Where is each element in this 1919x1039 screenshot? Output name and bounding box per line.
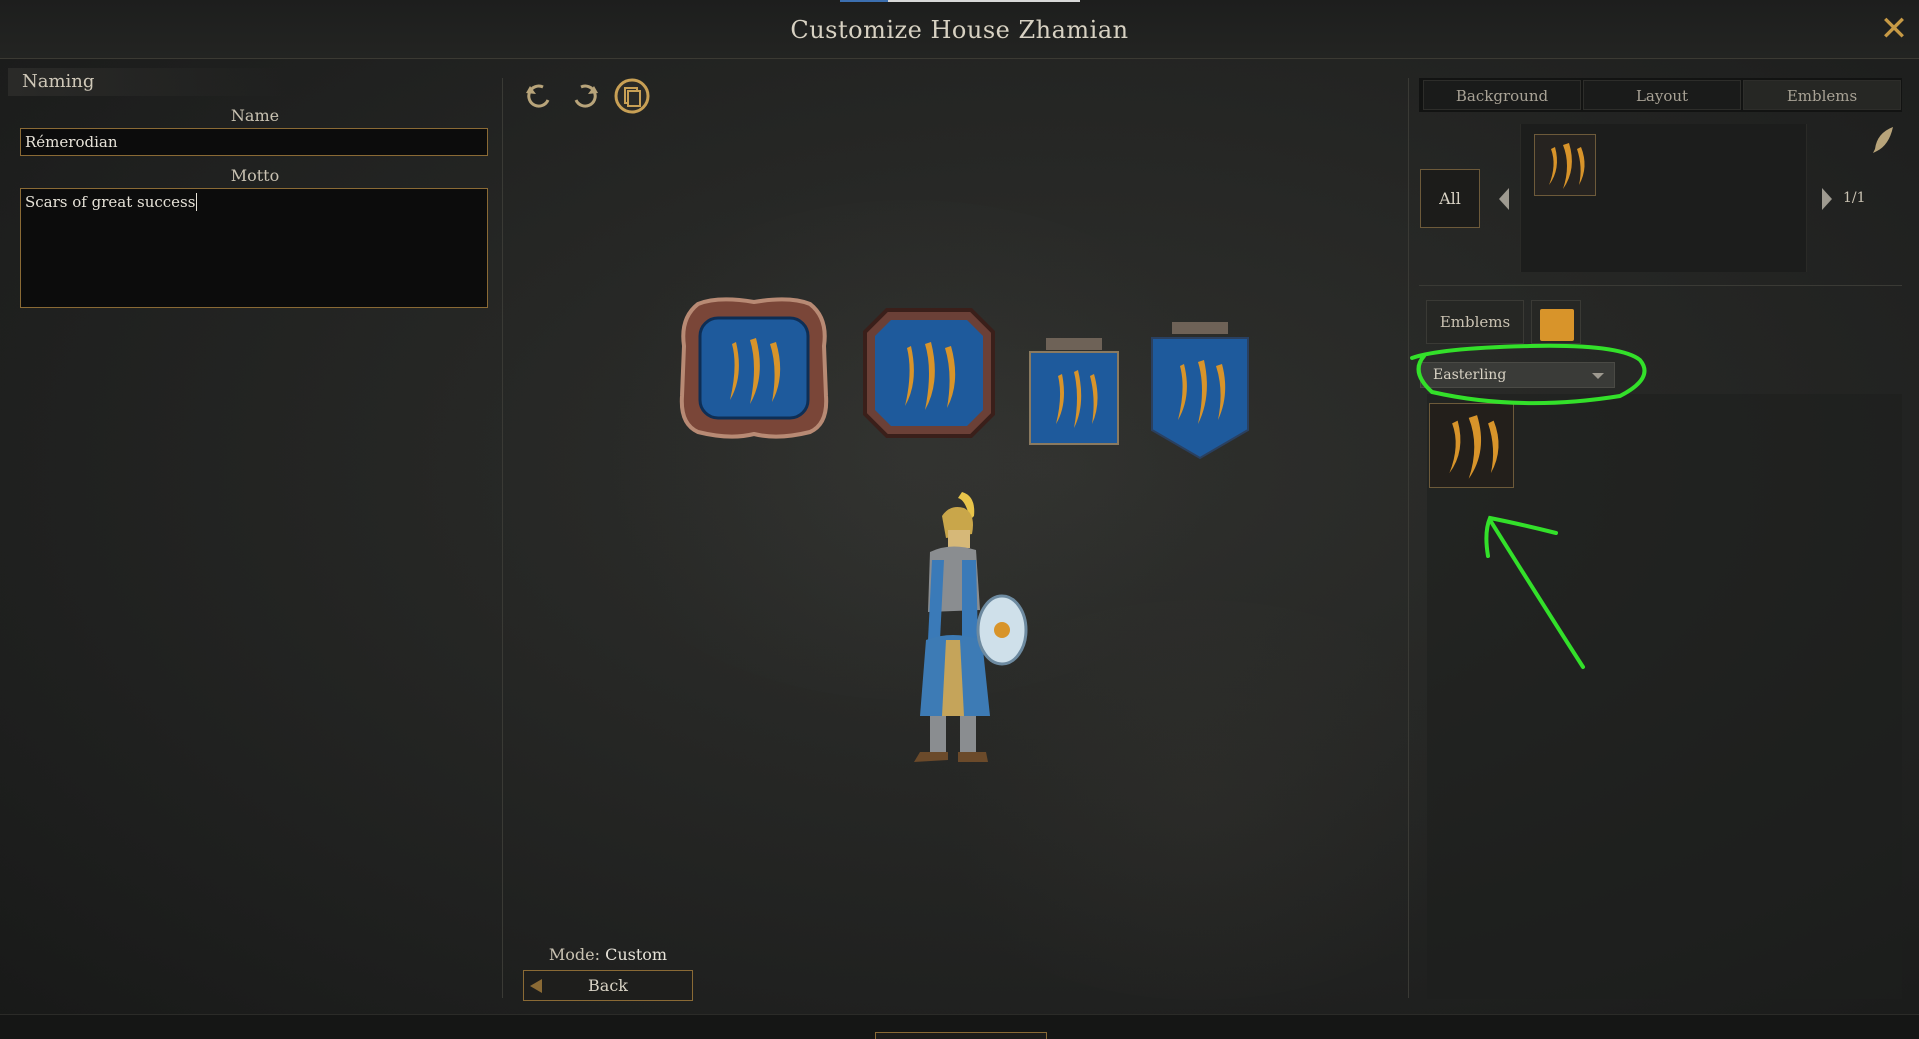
- culture-dropdown[interactable]: Easterling: [1420, 362, 1615, 388]
- dropdown-value: Easterling: [1433, 367, 1507, 383]
- emblem-color-fill: [1540, 309, 1574, 341]
- banner-square-preview: [1029, 338, 1119, 445]
- emblems-category-button[interactable]: Emblems: [1426, 300, 1524, 344]
- right-divider: [1408, 78, 1409, 998]
- mode-label: Mode:: [548, 945, 601, 964]
- back-arrow-icon: [530, 979, 542, 993]
- section-divider: [1419, 285, 1902, 286]
- prev-page-arrow-icon[interactable]: [1499, 188, 1509, 210]
- left-divider: [502, 78, 503, 998]
- quill-icon[interactable]: [1869, 125, 1895, 155]
- naming-panel: Naming Name Rémerodian Motto Scars of gr…: [8, 64, 502, 1004]
- mode-indicator: Mode: Custom: [523, 945, 693, 964]
- customize-tabs: Background Layout Emblems: [1419, 78, 1902, 112]
- motto-input[interactable]: Scars of great success: [20, 188, 488, 308]
- name-label: Name: [230, 106, 280, 125]
- title-bar: Customize House Zhamian ✕: [0, 0, 1919, 59]
- next-page-arrow-icon[interactable]: [1822, 188, 1832, 210]
- window-title: Customize House Zhamian: [790, 16, 1129, 44]
- close-icon[interactable]: ✕: [1879, 12, 1909, 46]
- preset-emblem-thumb[interactable]: [1534, 134, 1596, 196]
- name-input[interactable]: Rémerodian: [20, 128, 488, 156]
- page-indicator: 1/1: [1843, 190, 1866, 206]
- redo-icon[interactable]: [566, 78, 602, 114]
- tab-layout[interactable]: Layout: [1583, 80, 1741, 110]
- claw-emblem-icon: [1549, 143, 1585, 189]
- tab-background[interactable]: Background: [1423, 80, 1581, 110]
- motto-text: Scars of great success: [25, 193, 196, 211]
- banner-pennant-preview: [1151, 322, 1249, 460]
- shield-octagon-preview: [863, 308, 995, 438]
- top-tab-indicator: [840, 0, 1080, 2]
- naming-section-header: Naming: [8, 68, 288, 96]
- back-label: Back: [588, 976, 628, 995]
- character-model: [914, 492, 1028, 762]
- claw-emblem-icon: [1449, 415, 1499, 479]
- mode-value: Custom: [605, 945, 668, 964]
- back-button[interactable]: Back: [523, 970, 693, 1001]
- emblem-list-item[interactable]: [1429, 403, 1514, 488]
- randomize-icon[interactable]: [614, 78, 650, 114]
- all-filter-button[interactable]: All: [1420, 169, 1480, 228]
- undo-icon[interactable]: [522, 78, 558, 114]
- tab-emblems[interactable]: Emblems: [1743, 80, 1901, 110]
- motto-label: Motto: [230, 166, 280, 185]
- chevron-down-icon: [1592, 373, 1604, 379]
- shield-ornate-preview: [679, 297, 829, 439]
- emblem-color-swatch[interactable]: [1531, 300, 1581, 344]
